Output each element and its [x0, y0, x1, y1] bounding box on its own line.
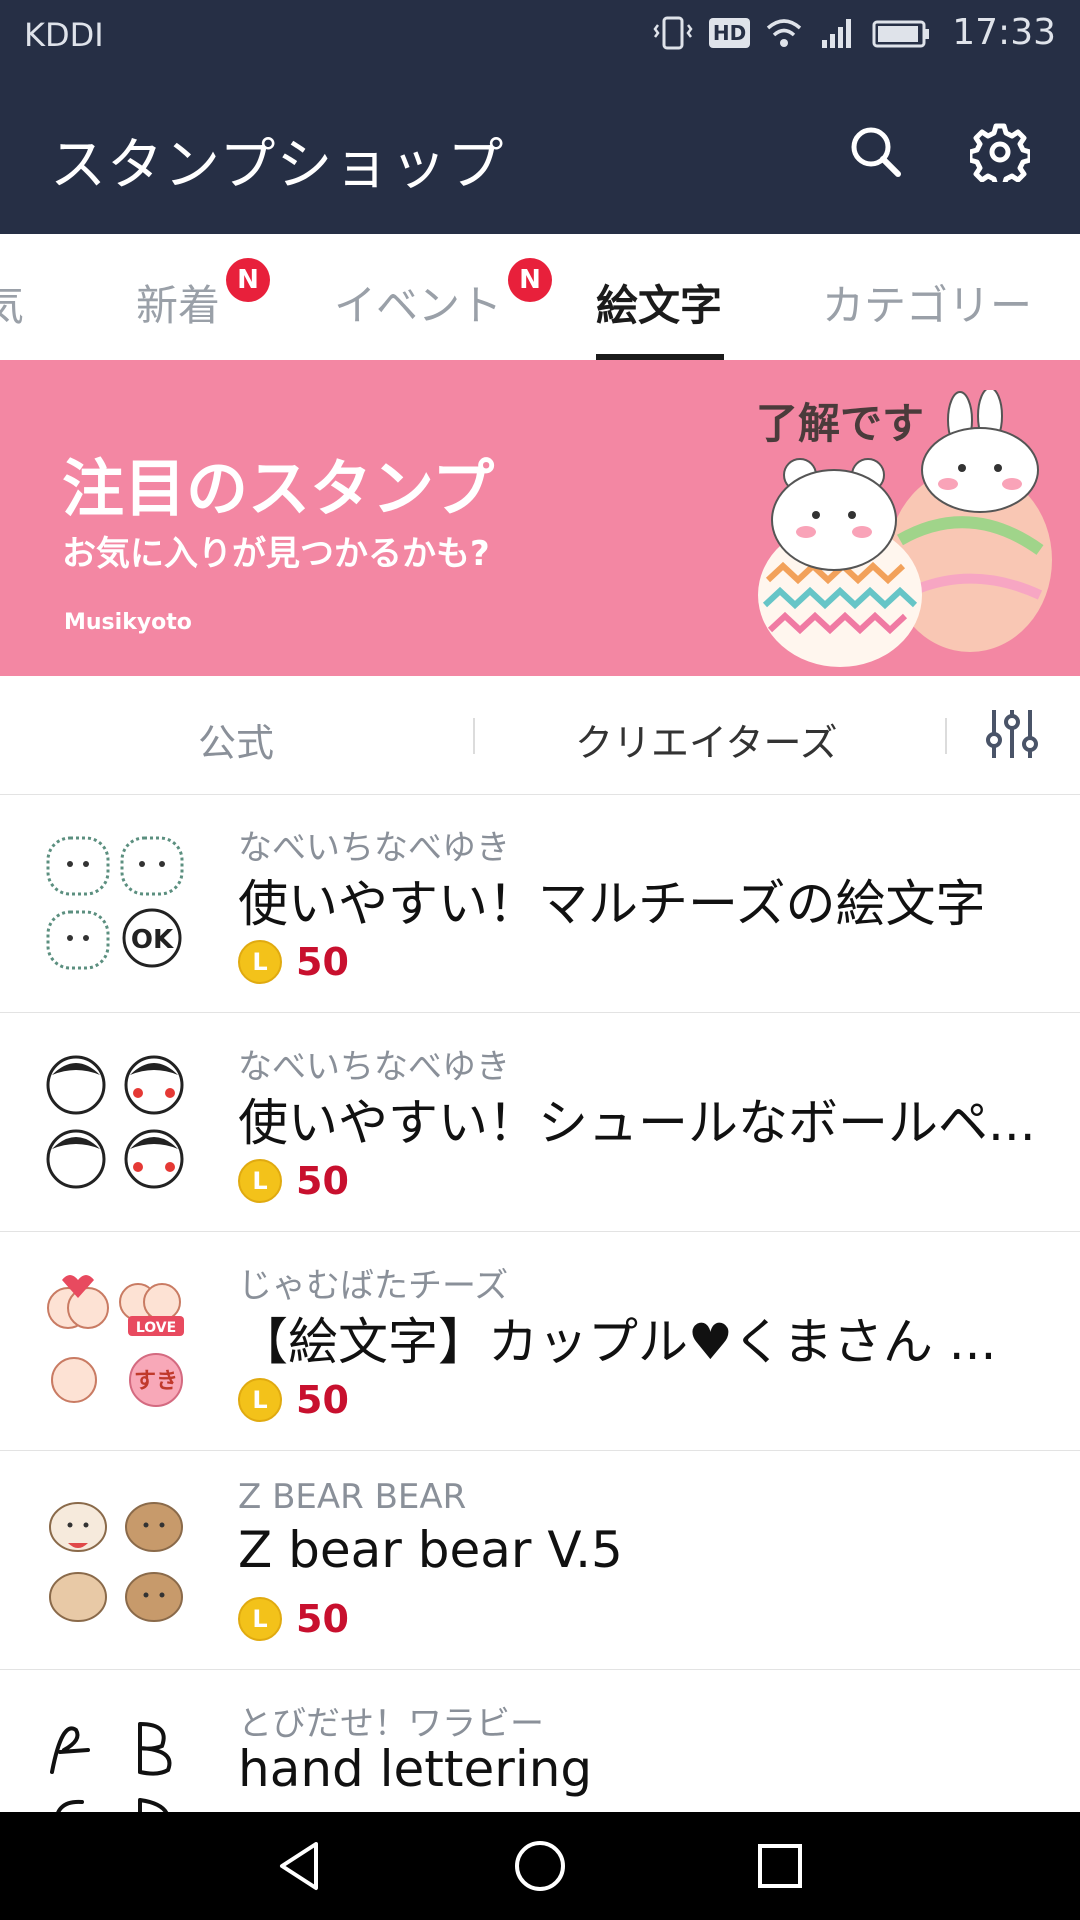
- system-nav-bar: [0, 1812, 1080, 1920]
- carrier-label: KDDI: [24, 16, 104, 54]
- promo-banner[interactable]: 注目のスタンプ お気に入りが見つかるかも? Musikyoto 了解です: [0, 360, 1080, 676]
- battery-icon: [872, 20, 930, 47]
- list-item[interactable]: LOVE すき じゃむばたチーズ 【絵文字】カップル♥くまさん ... L 50: [0, 1232, 1080, 1451]
- item-author: とびだせ！ワラビー: [238, 1704, 544, 1744]
- category-tabs: 気 新着 N イベント N 絵文字 カテゴリー: [0, 234, 1080, 361]
- suki-label: すき: [134, 1369, 178, 1394]
- item-author: なべいちなべゆき: [238, 828, 510, 868]
- vibrate-icon: [653, 16, 693, 49]
- status-icons: HD 17:33: [651, 12, 1056, 53]
- coin-icon: L: [238, 1597, 282, 1641]
- divider: [473, 718, 475, 754]
- tab-partial[interactable]: 気: [0, 272, 24, 333]
- divider: [945, 718, 947, 754]
- coin-icon: L: [238, 940, 282, 984]
- item-title: hand lettering: [238, 1740, 593, 1798]
- event-badge: N: [508, 258, 552, 302]
- item-author: じゃむばたチーズ: [238, 1266, 509, 1306]
- sliders-icon[interactable]: [984, 706, 1040, 762]
- list-item[interactable]: なべいちなべゆき 使いやすい！シュールなボールペ... L 50: [0, 1013, 1080, 1232]
- wifi-icon: [767, 18, 802, 47]
- item-price: L 50: [238, 1378, 349, 1422]
- banner-credit: Musikyoto: [64, 610, 192, 635]
- status-bar: KDDI HD 17:33: [0, 0, 1080, 70]
- item-author: なべいちなべゆき: [238, 1047, 510, 1087]
- item-title: 使いやすい！シュールなボールペ...: [238, 1094, 1036, 1152]
- item-title: 【絵文字】カップル♥くまさん ...: [238, 1313, 997, 1371]
- item-title: 使いやすい！マルチーズの絵文字: [238, 875, 986, 933]
- tab-category[interactable]: カテゴリー: [822, 272, 1032, 333]
- hd-icon: HD: [708, 17, 751, 48]
- app-bar: スタンプショップ: [0, 70, 1080, 234]
- price-value: 50: [296, 940, 349, 984]
- filter-bar: 公式 クリエイターズ: [0, 676, 1080, 795]
- item-author: Z BEAR BEAR: [238, 1477, 467, 1517]
- filter-creators[interactable]: クリエイターズ: [575, 712, 838, 767]
- sticker-list: OK なべいちなべゆき 使いやすい！マルチーズの絵文字 L 50 なべいちなべゆ…: [0, 794, 1080, 1889]
- banner-title: 注目のスタンプ: [62, 452, 495, 525]
- banner-subtitle: お気に入りが見つかるかも?: [62, 534, 490, 574]
- price-value: 50: [296, 1378, 349, 1422]
- love-label: LOVE: [136, 1320, 176, 1336]
- filter-official[interactable]: 公式: [198, 712, 274, 767]
- page-title: スタンプショップ: [50, 133, 505, 198]
- item-price: L 50: [238, 940, 349, 984]
- search-icon[interactable]: [846, 122, 906, 182]
- list-item[interactable]: OK なべいちなべゆき 使いやすい！マルチーズの絵文字 L 50: [0, 794, 1080, 1013]
- item-thumbnail: OK: [46, 836, 184, 970]
- price-value: 50: [296, 1597, 349, 1641]
- gear-icon[interactable]: [967, 122, 1033, 189]
- coin-icon: L: [238, 1159, 282, 1203]
- tab-event[interactable]: イベント: [334, 272, 502, 333]
- banner-caption: 了解です: [756, 399, 925, 448]
- item-thumbnail: [46, 1055, 184, 1189]
- signal-icon: [822, 18, 852, 48]
- recents-square-icon[interactable]: [752, 1838, 808, 1894]
- item-thumbnail: LOVE すき: [47, 1275, 184, 1407]
- ok-label: OK: [131, 925, 174, 955]
- coin-icon: L: [238, 1378, 282, 1422]
- clock: 17:33: [952, 12, 1056, 53]
- tab-emoji[interactable]: 絵文字: [596, 272, 722, 333]
- item-price: L 50: [238, 1159, 349, 1203]
- back-triangle-icon[interactable]: [272, 1838, 328, 1894]
- list-item[interactable]: Z BEAR BEAR Z bear bear V.5 L 50: [0, 1451, 1080, 1670]
- item-title: Z bear bear V.5: [238, 1521, 623, 1579]
- item-price: L 50: [238, 1597, 349, 1641]
- price-value: 50: [296, 1159, 349, 1203]
- tab-new[interactable]: 新着: [136, 272, 220, 333]
- home-circle-icon[interactable]: [512, 1838, 568, 1894]
- item-thumbnail: [49, 1502, 183, 1622]
- new-badge: N: [226, 258, 270, 302]
